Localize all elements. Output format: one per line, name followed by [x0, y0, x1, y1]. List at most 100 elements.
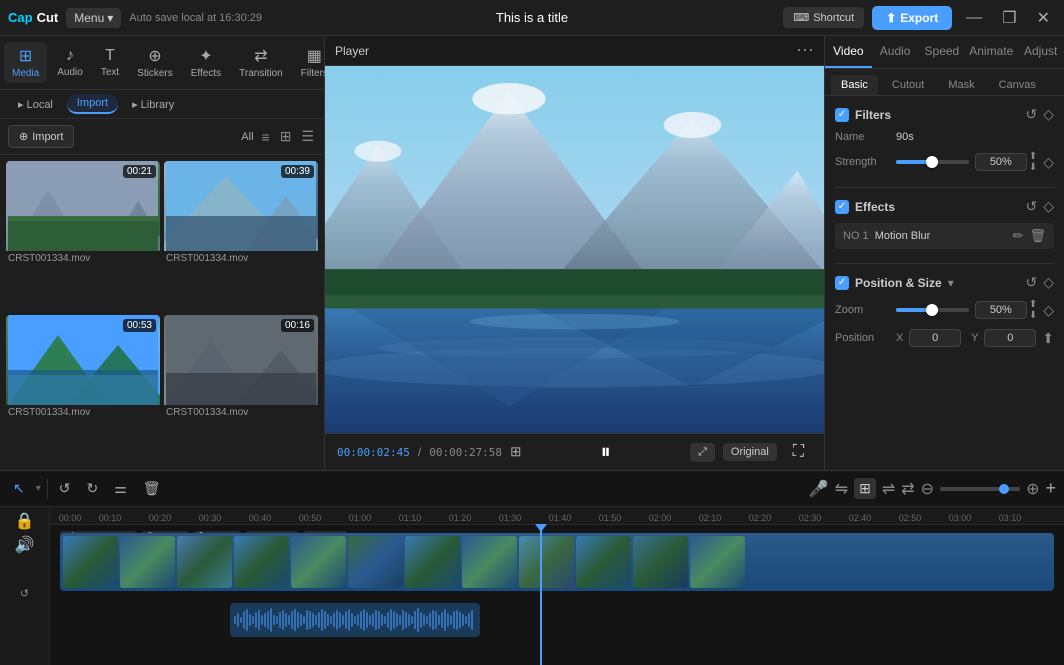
waveform-bar [246, 609, 248, 631]
waveform-bar [393, 611, 395, 629]
link-button-1[interactable]: ⇋ [835, 479, 848, 499]
track-thumb [348, 536, 403, 588]
tab-media[interactable]: ⊞ Media [4, 42, 47, 83]
tab-text[interactable]: T Text [93, 43, 127, 82]
position-size-expand-icon[interactable]: ▾ [948, 276, 954, 290]
position-y-value[interactable]: 0 [984, 329, 1036, 347]
undo-button[interactable]: ↺ [54, 477, 76, 500]
tab-adjust[interactable]: Adjust [1017, 36, 1064, 68]
effect-edit-button[interactable]: ✏ [1013, 228, 1024, 244]
nav-library[interactable]: ▸ Library [122, 95, 184, 114]
cursor-tool-button[interactable]: ↖ [8, 477, 30, 500]
zoom-thumb[interactable] [926, 304, 938, 316]
playhead[interactable] [540, 525, 542, 665]
zoom-in-button[interactable]: ⊕ [1026, 479, 1039, 499]
menu-button[interactable]: Menu ▾ [66, 8, 121, 28]
tab-effects[interactable]: ✦ Effects [183, 42, 229, 83]
add-track-button[interactable]: + [1045, 478, 1056, 499]
tab-transition[interactable]: ⇄ Transition [231, 42, 291, 83]
waveform-bar [429, 613, 431, 627]
effects-checkbox[interactable]: ✓ [835, 200, 849, 214]
filters-diamond-button[interactable]: ◇ [1043, 106, 1054, 123]
strength-thumb[interactable] [926, 156, 938, 168]
track-thumb [576, 536, 631, 588]
shortcut-button[interactable]: ⌨ Shortcut [783, 7, 864, 28]
strength-diamond-button[interactable]: ◇ [1043, 154, 1054, 171]
sub-tab-basic[interactable]: Basic [831, 75, 878, 95]
split-button[interactable]: ⚌ [109, 477, 132, 500]
zoom-diamond-button[interactable]: ◇ [1043, 302, 1054, 319]
timeline-area[interactable]: 00:00 00:10 00:20 00:30 00:40 00:50 01:0… [50, 507, 1064, 665]
position-size-checkbox[interactable]: ✓ [835, 276, 849, 290]
tab-animate[interactable]: Animate [965, 36, 1017, 68]
position-size-title: Position & Size [855, 276, 942, 290]
nav-import[interactable]: Import [67, 94, 118, 114]
tab-audio-prop[interactable]: Audio [872, 36, 919, 68]
list-view-icon[interactable]: ☰ [299, 126, 316, 147]
filters-checkbox[interactable]: ✓ [835, 108, 849, 122]
position-size-reset-button[interactable]: ↺ [1025, 274, 1037, 291]
import-button[interactable]: ⊕ Import [8, 125, 74, 148]
fullscreen-button[interactable]: ⤢ [690, 443, 715, 462]
close-button[interactable]: ✕ [1031, 6, 1056, 30]
list-item[interactable]: 00:53 CRST001334.mov [6, 315, 160, 465]
audio-track[interactable]: Speed 2.0x Audio.aac 00:00:00 // Will be… [230, 603, 480, 637]
effect-delete-button[interactable]: 🗑 [1029, 228, 1046, 244]
list-item[interactable]: 00:21 CRST001334.mov [6, 161, 160, 311]
export-icon: ⬆ [886, 11, 896, 25]
link-button-3[interactable]: ⇌ [882, 479, 895, 499]
zoom-value[interactable]: 50% [975, 301, 1027, 319]
player-viewport[interactable] [325, 66, 824, 433]
expand-button[interactable]: ⛶ [785, 440, 812, 464]
sub-tab-cutout[interactable]: Cutout [882, 75, 934, 95]
effects-diamond-button[interactable]: ◇ [1043, 198, 1054, 215]
sort-icon[interactable]: ≡ [260, 127, 272, 147]
logo-cap: Cap [8, 10, 33, 25]
track-lock-button[interactable]: 🔒 [15, 511, 35, 531]
delete-button[interactable]: 🗑 [138, 477, 166, 500]
grid-overlay-icon[interactable]: ⊞ [510, 444, 521, 460]
export-button[interactable]: ⬆ Export [872, 6, 952, 30]
waveform-bar [336, 610, 338, 630]
zoom-slider-thumb[interactable] [999, 484, 1009, 494]
waveform-bar [414, 611, 416, 629]
waveform-bar [312, 613, 314, 627]
tab-audio[interactable]: ♪ Audio [49, 43, 91, 82]
list-item[interactable]: 00:16 CRST001334.mov [164, 315, 318, 465]
original-button[interactable]: Original [723, 443, 777, 461]
restore-button[interactable]: ❐ [996, 6, 1022, 30]
minimize-button[interactable]: — [960, 7, 988, 29]
main-video-track[interactable] [60, 533, 1054, 591]
project-title[interactable]: This is a title [496, 10, 568, 25]
play-pause-button[interactable]: ⏸ [601, 441, 611, 464]
zoom-out-button[interactable]: ⊖ [921, 479, 934, 499]
redo-button[interactable]: ↻ [82, 477, 104, 500]
track-thumb [120, 536, 175, 588]
tab-stickers[interactable]: ⊕ Stickers [129, 42, 181, 83]
tab-video[interactable]: Video [825, 36, 872, 68]
zoom-slider[interactable] [896, 308, 969, 312]
position-expand-button[interactable]: ⬆ [1042, 330, 1054, 347]
link-button-2[interactable]: ⊞ [854, 478, 876, 499]
sub-tab-canvas[interactable]: Canvas [989, 75, 1046, 95]
nav-local[interactable]: ▸ Local [8, 95, 63, 114]
position-x-value[interactable]: 0 [909, 329, 961, 347]
sub-tab-mask[interactable]: Mask [938, 75, 984, 95]
grid-view-icon[interactable]: ⊞ [278, 126, 294, 147]
position-size-diamond-button[interactable]: ◇ [1043, 274, 1054, 291]
mic-button[interactable]: 🎤 [809, 479, 829, 499]
tab-speed[interactable]: Speed [919, 36, 966, 68]
filters-reset-button[interactable]: ↺ [1025, 106, 1037, 123]
strength-value[interactable]: 50% [975, 153, 1027, 171]
waveform-bar [459, 612, 461, 628]
track-audio-button[interactable]: 🔊 [15, 535, 35, 555]
strength-slider[interactable] [896, 160, 969, 164]
player-menu-button[interactable]: ⋯ [796, 40, 814, 61]
effects-reset-button[interactable]: ↺ [1025, 198, 1037, 215]
track-extra-button[interactable]: ↺ [20, 587, 29, 600]
track-labels: 🔒 🔊 ↺ [0, 507, 50, 665]
strength-label: Strength [835, 156, 890, 168]
zoom-slider[interactable] [940, 487, 1020, 491]
list-item[interactable]: 00:39 CRST001334.mov [164, 161, 318, 311]
link-button-4[interactable]: ⇄ [901, 479, 914, 499]
